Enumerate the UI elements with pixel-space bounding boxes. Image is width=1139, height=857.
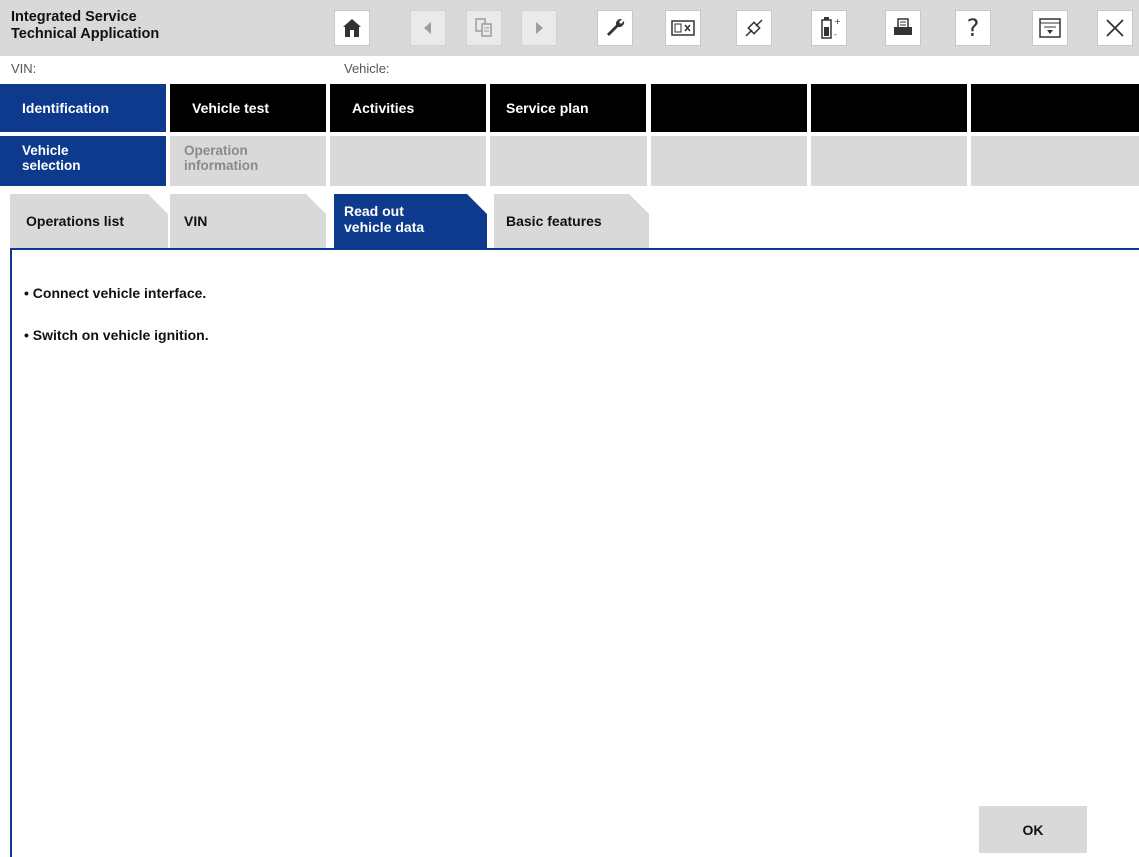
vehicle-label: Vehicle:	[344, 61, 390, 76]
forward-icon	[536, 22, 543, 34]
connection-button[interactable]	[736, 10, 772, 46]
connection-icon	[745, 19, 763, 37]
clipboard-icon	[475, 18, 492, 37]
content-panel: • Connect vehicle interface. • Switch on…	[10, 250, 1139, 857]
panel-button[interactable]	[665, 10, 701, 46]
tab-activities[interactable]: Activities	[330, 84, 486, 132]
home-icon	[343, 19, 361, 37]
home-button[interactable]	[334, 10, 370, 46]
ok-button[interactable]: OK	[979, 806, 1087, 853]
tab-empty-5	[651, 84, 807, 132]
forward-button[interactable]	[521, 10, 557, 46]
back-button[interactable]	[410, 10, 446, 46]
panel-icon	[671, 20, 695, 36]
window-icon	[1039, 18, 1061, 38]
tab-vehicle-selection[interactable]: Vehicle selection	[0, 136, 166, 186]
vehicle-info-bar: VIN: Vehicle:	[0, 56, 1139, 81]
tab-operations-list[interactable]: Operations list	[10, 194, 168, 248]
help-button[interactable]: ?	[955, 10, 991, 46]
subtab-empty-5	[651, 136, 807, 186]
help-icon: ?	[966, 14, 980, 42]
tab-vehicle-test[interactable]: Vehicle test	[170, 84, 326, 132]
subtab-empty-7	[971, 136, 1139, 186]
instruction-connect-interface: • Connect vehicle interface.	[24, 285, 207, 301]
top-toolbar: Integrated Service Technical Application	[0, 0, 1139, 56]
svg-text:+: +	[834, 17, 841, 26]
app-title: Integrated Service Technical Application	[11, 9, 160, 42]
tab-empty-6	[811, 84, 967, 132]
tab-identification[interactable]: Identification	[0, 84, 166, 132]
tab-read-out-vehicle-data[interactable]: Read out vehicle data	[334, 194, 487, 248]
tab-vin[interactable]: VIN	[170, 194, 326, 248]
sub-menu: Vehicle selection Operation information	[0, 136, 1139, 186]
tab-empty-7	[971, 84, 1139, 132]
window-button[interactable]	[1032, 10, 1068, 46]
back-icon	[424, 22, 431, 34]
tab-basic-features[interactable]: Basic features	[494, 194, 649, 248]
close-icon	[1106, 19, 1124, 37]
print-icon	[894, 18, 912, 35]
wrench-icon	[607, 18, 625, 36]
subtab-empty-3	[330, 136, 486, 186]
page-tabs: Operations list VIN Read out vehicle dat…	[0, 192, 1139, 248]
main-menu: Identification Vehicle test Activities S…	[0, 84, 1139, 132]
svg-text:-: -	[834, 30, 837, 39]
vin-label: VIN:	[11, 61, 37, 76]
battery-icon: + -	[821, 17, 841, 39]
subtab-empty-4	[490, 136, 647, 186]
subtab-empty-6	[811, 136, 967, 186]
tab-service-plan[interactable]: Service plan	[490, 84, 646, 132]
close-button[interactable]	[1097, 10, 1133, 46]
battery-button[interactable]: + -	[811, 10, 847, 46]
instruction-switch-ignition: • Switch on vehicle ignition.	[24, 327, 209, 343]
service-button[interactable]	[597, 10, 633, 46]
print-button[interactable]	[885, 10, 921, 46]
tab-operation-information[interactable]: Operation information	[170, 136, 326, 186]
clipboard-button[interactable]	[466, 10, 502, 46]
